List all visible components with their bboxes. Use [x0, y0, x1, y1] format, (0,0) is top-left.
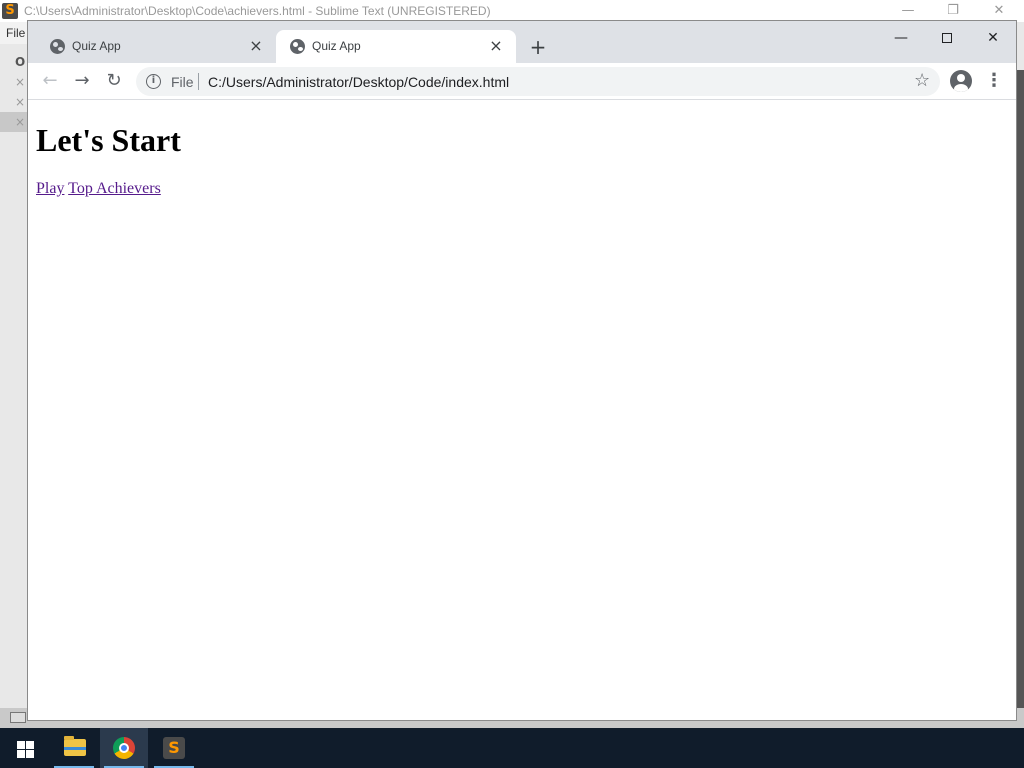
folder-band: [64, 747, 86, 750]
reload-button[interactable]: ↻: [100, 67, 128, 95]
tab-title: Quiz App: [312, 39, 361, 53]
tab-close-icon[interactable]: ×: [486, 36, 506, 56]
info-icon[interactable]: i: [146, 74, 161, 89]
tab-close-icon[interactable]: ×: [246, 36, 266, 56]
tab-quiz-app-1[interactable]: Quiz App ×: [36, 30, 276, 63]
sublime-scrollbar[interactable]: [1016, 70, 1024, 710]
sublime-window-title: C:\Users\Administrator\Desktop\Code\achi…: [24, 4, 491, 18]
forward-button[interactable]: →: [68, 67, 96, 95]
windows-logo-icon: [26, 741, 34, 749]
nav-links: Play Top Achievers: [36, 180, 161, 198]
maximize-icon: [942, 33, 952, 43]
omnibox-divider: [198, 73, 199, 90]
chrome-window: Quiz App × Quiz App × + — ✕ ← → ↻ i File…: [27, 20, 1017, 721]
minimize-button[interactable]: —: [878, 25, 924, 51]
start-button[interactable]: [0, 728, 48, 768]
sublime-restore-button[interactable]: ❐: [938, 2, 968, 20]
maximize-button[interactable]: [924, 25, 970, 51]
browser-toolbar: ← → ↻ i File C:/Users/Administrator/Desk…: [28, 63, 1016, 100]
bookmark-star-icon[interactable]: ☆: [914, 70, 930, 91]
windows-logo-icon: [17, 741, 25, 749]
globe-icon: [290, 39, 305, 54]
profile-avatar-icon[interactable]: [950, 70, 972, 92]
sidebar-open-files-header: O: [15, 55, 26, 69]
tab-quiz-app-2-active[interactable]: Quiz App ×: [276, 30, 516, 63]
taskbar: S: [0, 728, 1024, 768]
taskbar-file-explorer[interactable]: [50, 728, 98, 768]
windows-logo-icon: [17, 750, 25, 758]
sublime-text-icon: S: [163, 737, 185, 759]
chrome-logo-icon: [113, 737, 135, 759]
tab-title: Quiz App: [72, 39, 121, 53]
sublime-menubar: File: [0, 22, 28, 44]
tab-strip: Quiz App × Quiz App × + — ✕: [28, 21, 1016, 63]
sidebar-file-close-icon[interactable]: ×: [0, 72, 28, 92]
taskbar-sublime-text[interactable]: S: [150, 728, 198, 768]
sublime-sidebar: O × × ×: [0, 44, 28, 708]
top-achievers-link[interactable]: Top Achievers: [68, 180, 161, 197]
console-toggle-icon[interactable]: [10, 712, 26, 723]
page-viewport: Let's Start Play Top Achievers: [28, 101, 1016, 720]
sidebar-file-close-icon[interactable]: ×: [0, 112, 28, 132]
back-button[interactable]: ←: [36, 67, 64, 95]
omnibox-scheme-label: File: [171, 74, 194, 90]
kebab-menu-icon[interactable]: ⋮: [984, 68, 1004, 94]
taskbar-chrome[interactable]: [100, 728, 148, 768]
omnibox-url[interactable]: C:/Users/Administrator/Desktop/Code/inde…: [208, 74, 509, 90]
sidebar-file-close-icon[interactable]: ×: [0, 92, 28, 112]
page-heading: Let's Start: [36, 122, 181, 158]
sublime-titlebar: S C:\Users\Administrator\Desktop\Code\ac…: [0, 0, 1024, 22]
globe-icon: [50, 39, 65, 54]
sublime-minimize-button[interactable]: —: [893, 2, 923, 20]
sublime-menu-file[interactable]: File: [6, 26, 25, 40]
windows-logo-icon: [26, 750, 34, 758]
sublime-logo-icon: S: [2, 3, 18, 19]
new-tab-button[interactable]: +: [526, 35, 550, 59]
sublime-close-button[interactable]: ✕: [984, 2, 1014, 20]
address-bar[interactable]: i File C:/Users/Administrator/Desktop/Co…: [136, 67, 940, 96]
close-window-button[interactable]: ✕: [970, 25, 1016, 51]
play-link[interactable]: Play: [36, 180, 64, 197]
